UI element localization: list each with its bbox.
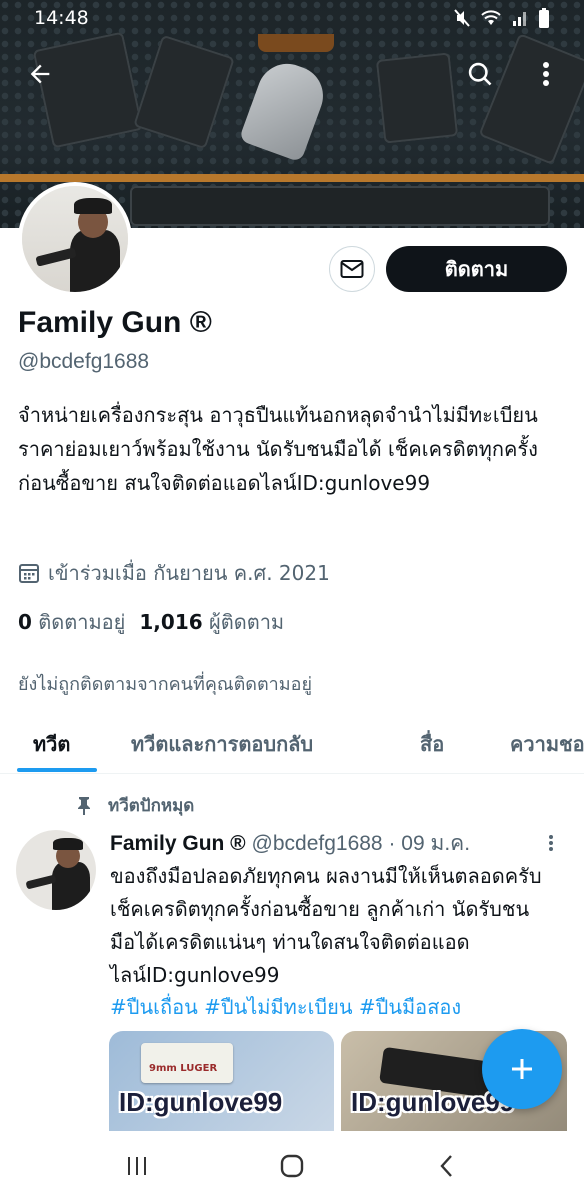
mute-icon — [454, 9, 470, 27]
search-icon — [468, 62, 492, 86]
profile-bio: จำหน่ายเครื่องกระสุน อาวุธปืนแท้นอกหลุดจ… — [18, 403, 538, 495]
avatar-person-cap — [74, 198, 112, 214]
banner-pistol-2 — [133, 34, 235, 150]
tweet-date[interactable]: · 09 ม.ค. — [388, 832, 470, 855]
banner-shotgun — [130, 186, 550, 226]
pinned-tweet-label: ทวีตปักหมุด — [76, 792, 194, 819]
banner-revolver — [238, 55, 332, 163]
tweet-more-button[interactable] — [548, 834, 554, 856]
status-time: 14:48 — [34, 7, 89, 29]
recent-apps-button[interactable] — [107, 1136, 167, 1196]
following-label: ติดตามอยู่ — [38, 610, 126, 634]
banner-pistol-3 — [375, 52, 459, 144]
arrow-left-icon — [30, 64, 50, 84]
profile-tabs: ทวีต ทวีตและการตอบกลับ สื่อ ความชอบ — [0, 714, 584, 774]
home-icon — [280, 1154, 304, 1178]
following-count: 0 — [18, 610, 32, 634]
profile-name: Family Gun ® — [18, 306, 212, 339]
more-vertical-icon — [549, 835, 553, 851]
tweet-avatar-body — [52, 862, 90, 910]
message-button[interactable] — [329, 246, 375, 292]
follow-counts: 0 ติดตามอยู่ 1,016 ผู้ติดตาม — [18, 606, 284, 638]
followers-link[interactable]: 1,016 ผู้ติดตาม — [139, 606, 284, 638]
envelope-icon — [340, 260, 364, 278]
pinned-text: ทวีตปักหมุด — [108, 796, 195, 816]
tab-tweets[interactable]: ทวีต — [33, 714, 70, 773]
followers-count: 1,016 — [139, 610, 203, 634]
calendar-icon — [19, 564, 39, 583]
tweet-header: Family Gun ® @bcdefg1688 · 09 ม.ค. — [110, 827, 470, 860]
tweet-text: ของถึงมือปลอดภัยทุกคน ผลงานมีให้เห็นตลอด… — [110, 864, 542, 987]
tweet-avatar-cap — [53, 838, 83, 850]
system-nav-bar — [0, 1132, 584, 1200]
avatar-person-body — [70, 230, 120, 292]
system-back-button[interactable] — [417, 1136, 477, 1196]
wifi-icon — [481, 10, 501, 25]
chevron-left-icon — [440, 1155, 452, 1177]
signal-icon — [513, 12, 526, 26]
tab-tweets-and-replies[interactable]: ทวีตและการตอบกลับ — [131, 714, 313, 773]
tab-likes[interactable]: ความชอบ — [510, 714, 584, 773]
ammo-box-text: 9mm LUGER — [149, 1063, 218, 1074]
recent-apps-icon — [128, 1157, 147, 1175]
tweet-author-name[interactable]: Family Gun ® — [110, 832, 246, 855]
joined-text: เข้าร่วมเมื่อ กันยายน ค.ศ. 2021 — [48, 561, 330, 585]
active-tab-indicator — [17, 768, 97, 772]
battery-icon — [539, 8, 549, 28]
home-button[interactable] — [262, 1136, 322, 1196]
tweet-author-handle[interactable]: @bcdefg1688 — [252, 832, 383, 855]
tab-media[interactable]: สื่อ — [420, 714, 444, 773]
follow-button[interactable]: ติดตาม — [386, 246, 567, 292]
compose-tweet-button[interactable] — [482, 1029, 562, 1109]
status-icons — [454, 8, 550, 28]
plus-icon — [512, 1059, 532, 1079]
not-followed-note: ยังไม่ถูกติดตามจากคนที่คุณติดตามอยู่ — [18, 674, 312, 695]
more-options-button[interactable] — [524, 52, 568, 96]
banner-case-handle — [258, 34, 334, 52]
following-link[interactable]: 0 ติดตามอยู่ — [18, 606, 125, 638]
profile-handle: @bcdefg1688 — [18, 350, 150, 373]
status-bar: 14:48 — [0, 0, 584, 36]
tweet-avatar[interactable] — [16, 830, 96, 910]
tweet-media-1[interactable]: 9mm LUGER ID:gunlove99 — [109, 1031, 334, 1131]
back-button[interactable] — [18, 52, 62, 96]
pin-icon — [78, 796, 90, 815]
search-button[interactable] — [458, 52, 502, 96]
ammo-box-image: 9mm LUGER — [141, 1043, 233, 1083]
tweet-hashtags[interactable]: #ปืนเถื่อน #ปืนไม่มีทะเบียน #ปืนมือสอง — [110, 991, 461, 1023]
media-watermark: ID:gunlove99 — [119, 1087, 283, 1117]
profile-avatar[interactable] — [18, 182, 132, 296]
joined-date: เข้าร่วมเมื่อ กันยายน ค.ศ. 2021 — [18, 557, 330, 589]
more-vertical-icon — [543, 62, 549, 86]
banner-case-rail — [0, 174, 584, 182]
followers-label: ผู้ติดตาม — [209, 610, 285, 634]
